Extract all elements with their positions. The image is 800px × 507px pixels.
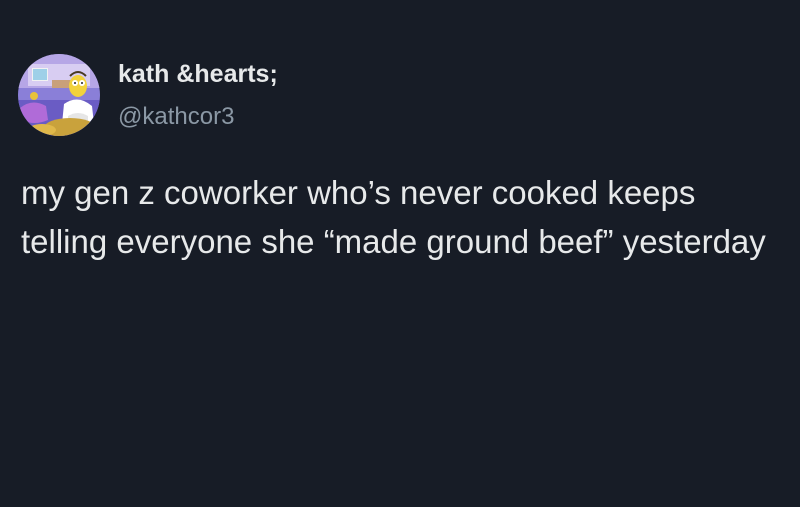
author-display-name[interactable]: kath &hearts;: [118, 59, 278, 89]
author-block: kath &hearts; @kathcor3: [118, 59, 278, 132]
tweet-card: kath &hearts; @kathcor3 my gen z coworke…: [0, 0, 800, 507]
tweet-text: my gen z coworker who’s never cooked kee…: [21, 174, 766, 260]
avatar[interactable]: [18, 54, 100, 136]
profile-picture-icon: [18, 54, 100, 136]
author-handle[interactable]: @kathcor3: [118, 102, 278, 132]
